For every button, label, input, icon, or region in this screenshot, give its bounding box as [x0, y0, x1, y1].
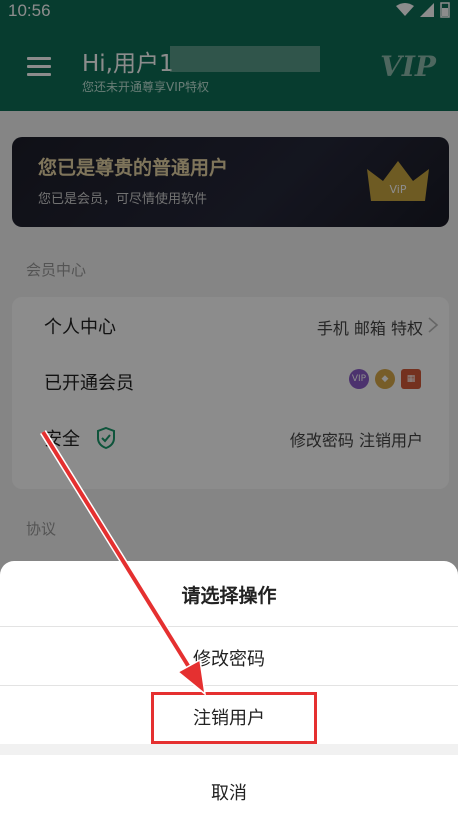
sheet-gap [0, 744, 458, 755]
divider [0, 685, 458, 686]
change-password-option[interactable]: 修改密码 [0, 645, 458, 671]
divider [0, 626, 458, 627]
action-sheet-title: 请选择操作 [181, 585, 277, 607]
action-sheet: 请选择操作 修改密码 注销用户 取消 [0, 561, 458, 820]
highlight-box [151, 692, 317, 744]
cancel-button[interactable]: 取消 [0, 779, 458, 805]
